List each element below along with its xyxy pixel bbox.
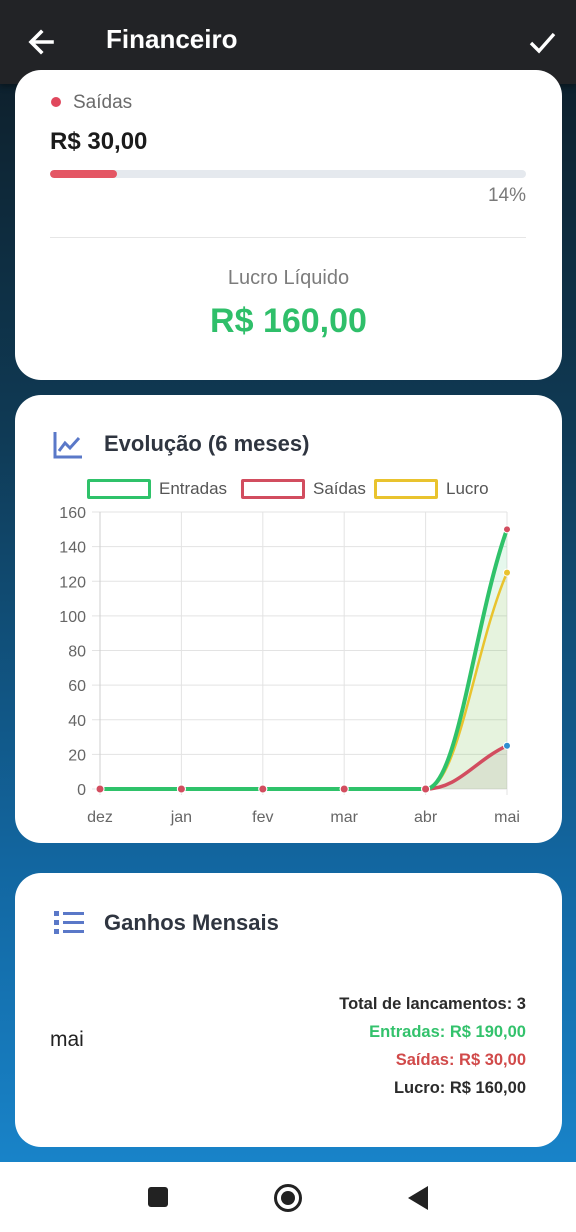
saidas-progress-bar xyxy=(50,170,526,178)
y-tick-label: 100 xyxy=(59,609,86,626)
divider xyxy=(50,237,526,238)
data-point xyxy=(421,784,431,794)
system-back-icon[interactable] xyxy=(406,1185,430,1211)
saidas-percent: 14% xyxy=(487,185,526,206)
data-point xyxy=(503,568,511,577)
y-tick-label: 20 xyxy=(68,747,86,764)
saidas-progress-fill xyxy=(50,170,117,178)
system-nav-bar xyxy=(0,1162,576,1232)
data-point xyxy=(176,784,186,794)
data-point xyxy=(503,525,511,534)
back-arrow-icon[interactable] xyxy=(22,22,62,62)
ganhos-saidas: Saídas: R$ 30,00 xyxy=(395,1051,526,1069)
saidas-dot xyxy=(51,97,61,107)
y-tick-label: 0 xyxy=(77,782,86,799)
data-point xyxy=(339,784,349,794)
saidas-label: Saídas xyxy=(73,92,133,113)
ganhos-total: Total de lancamentos: 3 xyxy=(339,995,526,1013)
x-tick-label: mar xyxy=(330,809,358,826)
lucro-liquido-value: R$ 160,00 xyxy=(210,302,367,340)
x-tick-label: dez xyxy=(87,809,113,826)
ganhos-mensais-card: Ganhos Mensais mai Total de lancamentos:… xyxy=(15,873,562,1147)
series-line-entradas xyxy=(98,527,509,791)
ganhos-lucro: Lucro: R$ 160,00 xyxy=(393,1079,526,1097)
evolucao-card: Evolução (6 meses) Entradas Saídas Lucro… xyxy=(15,395,562,843)
series-area-entradas xyxy=(100,529,507,789)
ganhos-month: mai xyxy=(50,1028,84,1051)
data-point xyxy=(258,784,268,794)
home-icon[interactable] xyxy=(273,1183,303,1213)
y-tick-label: 160 xyxy=(59,505,86,522)
evolucao-chart: 0 20 40 60 80 100 120 140 160 dez jan fev mar abr mai xyxy=(59,505,520,826)
chart-line-icon xyxy=(53,432,82,459)
x-tick-label: abr xyxy=(414,809,438,826)
series-line-lucro xyxy=(98,571,509,791)
y-tick-label: 80 xyxy=(68,644,86,661)
y-tick-label: 40 xyxy=(68,713,86,730)
saidas-value: R$ 30,00 xyxy=(50,128,148,155)
list-icon xyxy=(54,911,84,934)
summary-card: Saídas R$ 30,00 14% Lucro Líquido R$ 160… xyxy=(15,70,562,380)
y-tick-label: 120 xyxy=(59,574,86,591)
y-tick-label: 60 xyxy=(68,678,86,695)
page-title: Financeiro xyxy=(106,24,238,54)
evolucao-title: Evolução (6 meses) xyxy=(104,431,310,456)
x-tick-label: fev xyxy=(252,809,273,826)
x-tick-label: mai xyxy=(494,809,520,826)
x-tick-label: jan xyxy=(170,809,192,826)
ganhos-entradas: Entradas: R$ 190,00 xyxy=(369,1023,526,1041)
y-tick-label: 140 xyxy=(59,540,86,557)
lucro-liquido-label: Lucro Líquido xyxy=(227,267,350,289)
check-icon[interactable] xyxy=(524,24,560,60)
ganhos-details: Total de lancamentos: 3 Entradas: R$ 190… xyxy=(339,990,526,1102)
series-area-lucro xyxy=(100,572,507,789)
ganhos-mensais-title: Ganhos Mensais xyxy=(104,910,279,935)
data-point xyxy=(503,741,511,750)
recent-apps-icon[interactable] xyxy=(148,1187,168,1207)
data-point xyxy=(95,784,105,794)
